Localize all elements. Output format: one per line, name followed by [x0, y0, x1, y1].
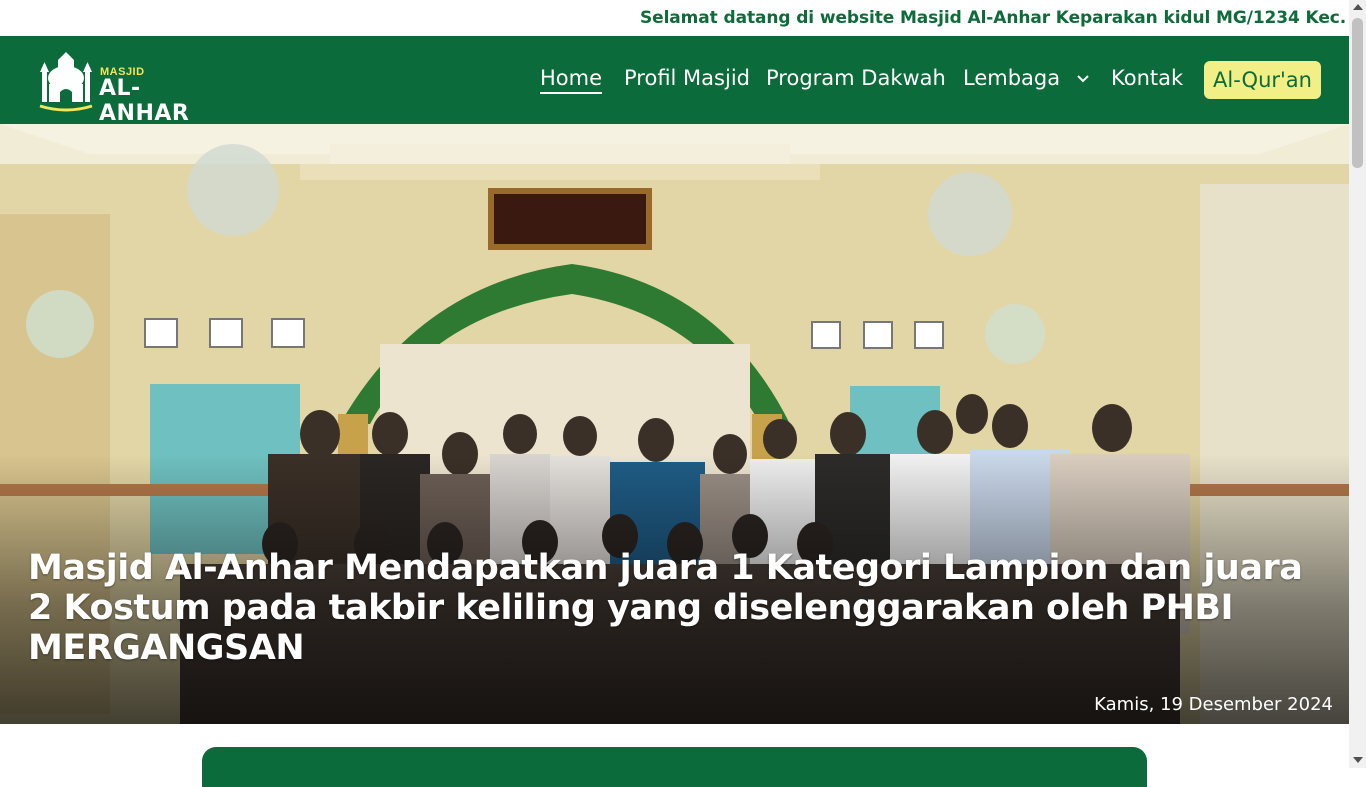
- nav-profil-masjid[interactable]: Profil Masjid: [624, 66, 750, 90]
- mosque-logo-icon: [39, 52, 93, 112]
- nav-kontak[interactable]: Kontak: [1111, 66, 1183, 90]
- content-card-top: [202, 747, 1147, 787]
- marquee-text: Selamat datang di website Masjid Al-Anha…: [640, 8, 1349, 28]
- nav-lembaga[interactable]: Lembaga: [963, 66, 1089, 90]
- vertical-scrollbar[interactable]: [1349, 0, 1366, 768]
- chevron-down-icon: [1077, 75, 1089, 83]
- nav-home[interactable]: Home: [540, 66, 603, 94]
- scroll-up-arrow-icon[interactable]: [1353, 4, 1363, 10]
- nav-program-dakwah[interactable]: Program Dakwah: [766, 66, 946, 90]
- announcement-marquee: Selamat datang di website Masjid Al-Anha…: [0, 0, 1349, 36]
- scroll-down-arrow-icon[interactable]: [1353, 757, 1363, 763]
- scrollbar-thumb[interactable]: [1352, 18, 1363, 168]
- hero-title[interactable]: Masjid Al-Anhar Mendapatkan juara 1 Kate…: [28, 548, 1308, 668]
- logo-title: AL-ANHAR: [99, 76, 190, 126]
- hero-banner[interactable]: Masjid Al-Anhar Mendapatkan juara 1 Kate…: [0, 124, 1349, 724]
- nav-lembaga-label: Lembaga: [963, 66, 1061, 90]
- top-navbar: MASJID AL-ANHAR Home Profil Masjid Progr…: [0, 36, 1349, 126]
- hero-date: Kamis, 19 Desember 2024: [1094, 694, 1333, 715]
- site-logo[interactable]: MASJID AL-ANHAR: [36, 48, 216, 126]
- quran-button[interactable]: Al-Qur'an: [1204, 61, 1321, 99]
